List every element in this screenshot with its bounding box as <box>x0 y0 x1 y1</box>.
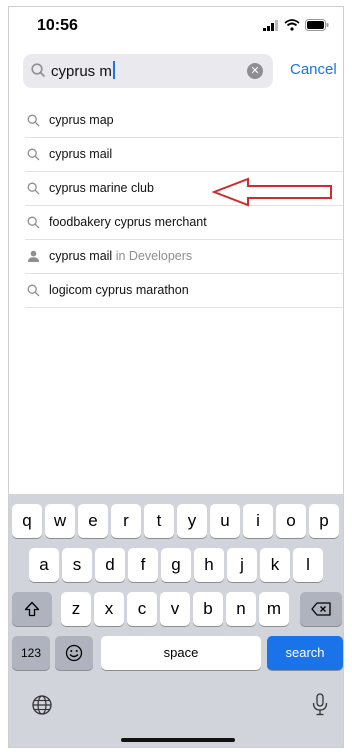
suggestion-label: cyprus mail in Developers <box>49 249 192 263</box>
key-v[interactable]: v <box>160 592 190 626</box>
key-c[interactable]: c <box>127 592 157 626</box>
key-e[interactable]: e <box>78 504 108 538</box>
suggestion-label: cyprus marine club <box>49 181 154 195</box>
shift-icon <box>24 601 40 617</box>
search-input[interactable]: cyprus m ✕ <box>23 54 273 88</box>
suggestion-text: cyprus mail <box>49 249 113 263</box>
key-d[interactable]: d <box>95 548 125 582</box>
list-item[interactable]: cyprus map <box>25 104 343 138</box>
key-q[interactable]: q <box>12 504 42 538</box>
key-x[interactable]: x <box>94 592 124 626</box>
key-r[interactable]: r <box>111 504 141 538</box>
suggestion-label: cyprus map <box>49 113 114 127</box>
numbers-key[interactable]: 123 <box>12 636 50 670</box>
suggestion-label: cyprus mail <box>49 147 113 161</box>
annotation-arrow-icon <box>212 177 332 207</box>
key-b[interactable]: b <box>193 592 223 626</box>
key-m[interactable]: m <box>259 592 289 626</box>
person-icon <box>28 250 39 262</box>
status-icons <box>263 19 329 31</box>
suggestion-label: logicom cyprus marathon <box>49 283 189 297</box>
status-time: 10:56 <box>37 17 78 34</box>
home-indicator <box>121 738 235 742</box>
text-cursor <box>112 61 115 79</box>
shift-key[interactable] <box>12 592 52 626</box>
key-f[interactable]: f <box>128 548 158 582</box>
cancel-button[interactable]: Cancel <box>290 61 337 78</box>
search-icon <box>27 216 40 229</box>
wifi-icon <box>284 19 300 31</box>
key-l[interactable]: l <box>293 548 323 582</box>
key-w[interactable]: w <box>45 504 75 538</box>
globe-icon[interactable] <box>31 694 53 716</box>
key-p[interactable]: p <box>309 504 339 538</box>
search-icon <box>27 114 40 127</box>
key-s[interactable]: s <box>62 548 92 582</box>
clear-icon[interactable]: ✕ <box>247 63 263 79</box>
list-item[interactable]: cyprus mail in Developers <box>25 240 343 274</box>
list-item[interactable]: cyprus mail <box>25 138 343 172</box>
keyboard: q w e r t y u i o p a s d f g h j k l z … <box>9 494 343 747</box>
search-icon <box>31 63 46 78</box>
suggestion-scope: in Developers <box>115 249 193 263</box>
search-key[interactable]: search <box>267 636 343 670</box>
backspace-icon <box>311 602 331 616</box>
key-g[interactable]: g <box>161 548 191 582</box>
emoji-key[interactable] <box>55 636 93 670</box>
key-z[interactable]: z <box>61 592 91 626</box>
search-field[interactable]: cyprus m <box>51 61 231 81</box>
key-h[interactable]: h <box>194 548 224 582</box>
key-u[interactable]: u <box>210 504 240 538</box>
key-i[interactable]: i <box>243 504 273 538</box>
list-item[interactable]: foodbakery cyprus merchant <box>25 206 343 240</box>
emoji-icon <box>65 644 83 662</box>
key-t[interactable]: t <box>144 504 174 538</box>
status-bar: 10:56 <box>9 7 343 47</box>
key-o[interactable]: o <box>276 504 306 538</box>
list-item[interactable]: logicom cyprus marathon <box>25 274 343 308</box>
key-j[interactable]: j <box>227 548 257 582</box>
microphone-icon[interactable] <box>311 693 329 717</box>
battery-icon <box>305 19 329 31</box>
space-key[interactable]: space <box>101 636 261 670</box>
search-icon <box>27 284 40 297</box>
search-icon <box>27 148 40 161</box>
search-icon <box>27 182 40 195</box>
backspace-key[interactable] <box>300 592 342 626</box>
key-k[interactable]: k <box>260 548 290 582</box>
key-a[interactable]: a <box>29 548 59 582</box>
signal-icon <box>263 19 278 31</box>
suggestion-label: foodbakery cyprus merchant <box>49 215 207 229</box>
key-n[interactable]: n <box>226 592 256 626</box>
key-y[interactable]: y <box>177 504 207 538</box>
phone-screen: 10:56 cyprus m ✕ Cancel cyprus map cypru… <box>8 6 344 748</box>
search-query-text: cyprus m <box>51 63 112 80</box>
